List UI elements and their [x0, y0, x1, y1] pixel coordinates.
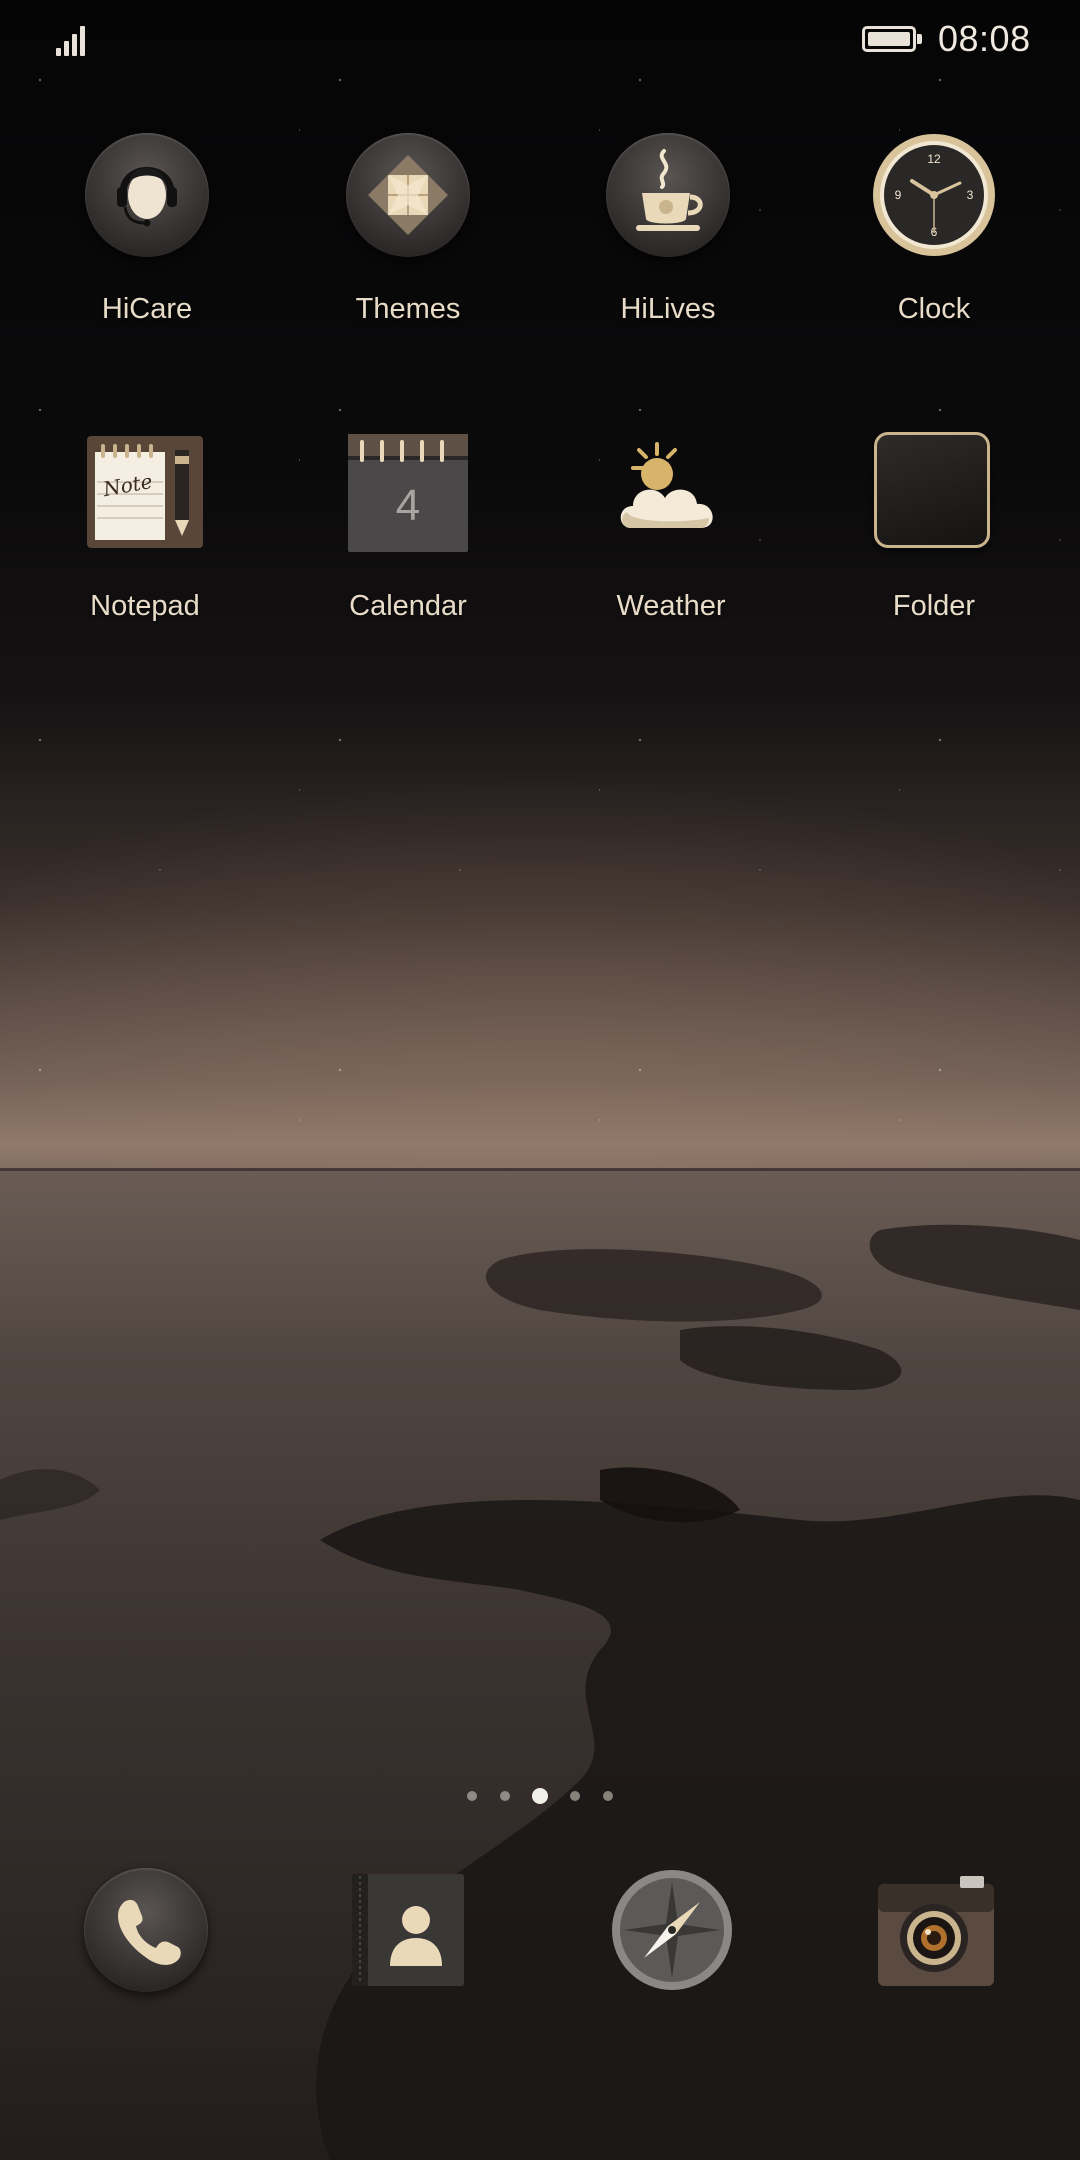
dock-phone[interactable] [84, 1868, 208, 1992]
app-themes[interactable]: Themes [308, 133, 508, 326]
app-label: Themes [355, 293, 461, 325]
home-screen: 08:08 HiCare Themes HiLives 12 3 9 Clock… [0, 0, 1080, 2160]
themes-diamond-icon [346, 133, 470, 257]
svg-text:4: 4 [396, 481, 420, 530]
folder-icon [872, 430, 996, 554]
signal-bars-icon [56, 22, 92, 56]
notepad-icon: Note [83, 430, 207, 554]
calendar-icon: 4 [346, 430, 470, 554]
app-calendar[interactable]: 4 Calendar [308, 430, 508, 623]
page-dot[interactable] [602, 1790, 613, 1801]
headset-person-icon [85, 133, 209, 257]
app-label: Notepad [90, 590, 200, 622]
app-weather[interactable]: Weather [571, 430, 771, 623]
app-notepad[interactable]: Note Notepad [45, 430, 245, 623]
app-hilives[interactable]: HiLives [568, 133, 768, 326]
coffee-cup-icon [606, 133, 730, 257]
status-bar: 08:08 [0, 0, 1080, 80]
status-time: 08:08 [938, 18, 1031, 59]
dock-camera[interactable] [874, 1868, 998, 1992]
page-dot[interactable] [570, 1790, 581, 1801]
page-indicator[interactable] [0, 1787, 1080, 1805]
page-dot[interactable] [467, 1790, 478, 1801]
wallpaper-rocks [0, 1224, 1080, 2160]
page-dot-active[interactable] [532, 1787, 548, 1804]
sun-cloud-icon [609, 430, 733, 554]
app-clock[interactable]: 12 3 6 9 Clock [834, 133, 1034, 326]
app-label: Calendar [349, 590, 467, 622]
app-hicare[interactable]: HiCare [47, 133, 247, 326]
svg-text:3: 3 [967, 188, 974, 202]
svg-text:9: 9 [895, 188, 902, 202]
app-folder[interactable]: Folder [834, 430, 1034, 623]
dock-contacts[interactable] [346, 1868, 470, 1992]
svg-text:12: 12 [927, 152, 941, 166]
app-label: HiCare [101, 293, 193, 325]
dock-browser[interactable] [610, 1868, 734, 1992]
app-label: Weather [616, 590, 726, 622]
page-dot[interactable] [499, 1790, 510, 1801]
battery-full-icon [862, 26, 922, 52]
app-label: HiLives [620, 293, 716, 325]
wallpaper-horizon [0, 1168, 1080, 1171]
app-label: Folder [892, 590, 976, 622]
app-label: Clock [897, 293, 971, 325]
analog-clock-icon: 12 3 6 9 [872, 133, 996, 257]
